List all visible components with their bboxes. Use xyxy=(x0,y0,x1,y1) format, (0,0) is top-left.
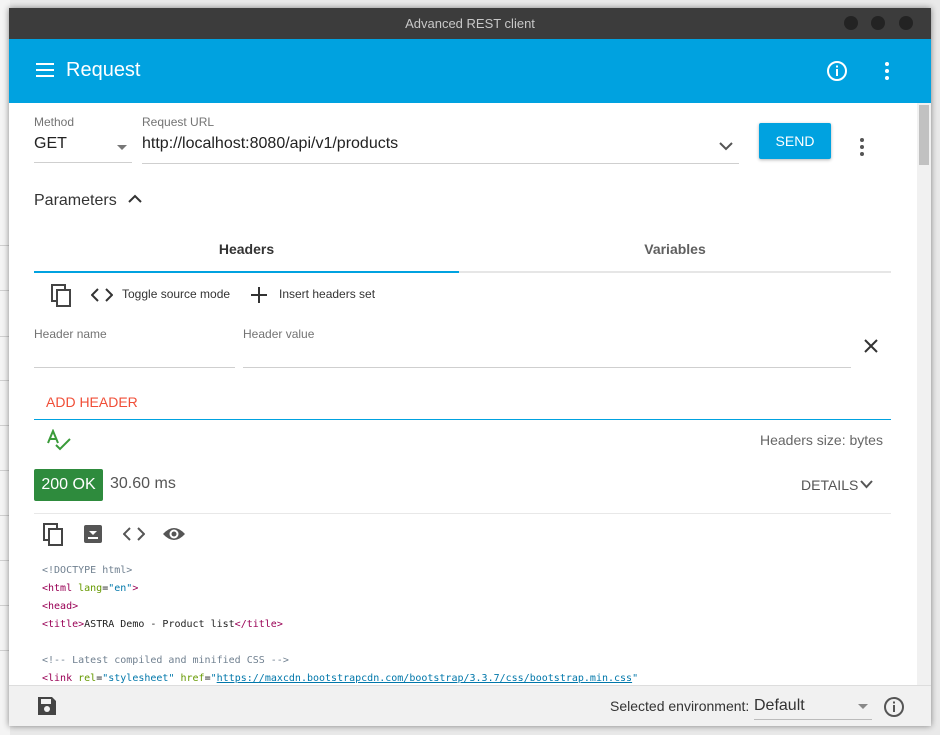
code-line: <link rel="stylesheet" href="https://max… xyxy=(42,673,638,684)
code-token: href xyxy=(180,673,205,684)
dropdown-arrow-icon xyxy=(858,704,868,709)
environment-value: Default xyxy=(754,697,805,714)
page-title: Request xyxy=(66,59,141,81)
add-header-button[interactable]: ADD HEADER xyxy=(46,394,138,410)
header-value-underline xyxy=(243,367,851,368)
code-line: <!-- Latest compiled and minified CSS --… xyxy=(42,655,289,666)
parameters-title[interactable]: Parameters xyxy=(34,192,117,210)
code-token: ASTRA Demo - Product list xyxy=(84,619,235,630)
info-icon[interactable] xyxy=(825,59,849,83)
toggle-source-mode-button[interactable]: Toggle source mode xyxy=(122,287,230,301)
code-line: <!DOCTYPE html> xyxy=(42,565,132,576)
code-token: " xyxy=(632,673,639,684)
code-token: <head> xyxy=(42,601,79,612)
header-value-field[interactable]: Header value xyxy=(243,327,314,341)
details-button[interactable]: DETAILS xyxy=(801,477,858,493)
title-bar: Advanced REST client xyxy=(9,8,931,39)
code-token: <html xyxy=(42,583,79,594)
preview-eye-icon[interactable] xyxy=(162,525,186,543)
app-toolbar: Request xyxy=(9,39,931,103)
environment-info-icon[interactable] xyxy=(882,695,906,719)
save-icon[interactable] xyxy=(36,695,58,717)
tab-bar-line xyxy=(459,271,891,273)
code-token: rel xyxy=(78,673,97,684)
insert-headers-set-button[interactable]: Insert headers set xyxy=(279,287,375,301)
method-label: Method xyxy=(34,115,75,129)
headers-size-text: Headers size: bytes xyxy=(760,432,883,448)
method-select[interactable]: GET xyxy=(34,135,67,153)
code-token: "stylesheet" xyxy=(102,673,175,684)
code-line: <head> xyxy=(42,601,78,612)
add-icon[interactable] xyxy=(251,287,267,303)
code-token: "en" xyxy=(108,583,133,594)
code-token: <!-- Latest compiled and minified CSS --… xyxy=(42,655,289,666)
url-underline xyxy=(142,163,739,164)
url-input[interactable]: http://localhost:8080/api/v1/products xyxy=(142,135,398,153)
code-token: </title> xyxy=(234,619,283,630)
headers-divider xyxy=(34,419,891,420)
window-title: Advanced REST client xyxy=(405,16,535,31)
menu-icon[interactable] xyxy=(35,60,55,80)
request-panel: Method GET Request URL http://localhost:… xyxy=(9,103,931,685)
request-more-icon[interactable] xyxy=(852,137,872,157)
chevron-up-icon[interactable] xyxy=(128,194,142,204)
code-token: <title> xyxy=(42,619,85,630)
close-window-button[interactable] xyxy=(899,16,913,30)
code-token: lang xyxy=(78,583,103,594)
copy-response-icon[interactable] xyxy=(43,523,65,547)
code-link[interactable]: https://maxcdn.bootstrapcdn.com/bootstra… xyxy=(217,673,632,684)
environment-select[interactable]: Default xyxy=(754,694,872,720)
bottom-bar: Selected environment: Default xyxy=(9,685,931,726)
status-badge: 200 OK xyxy=(34,469,103,501)
header-name-field[interactable]: Header name xyxy=(34,327,107,341)
response-time: 30.60 ms xyxy=(110,475,176,492)
app-window: Advanced REST client Request Method GET … xyxy=(9,8,931,726)
scrollbar[interactable] xyxy=(917,103,931,685)
tab-variables[interactable]: Variables xyxy=(459,241,891,257)
more-vert-icon[interactable] xyxy=(875,59,899,83)
url-history-chevron-icon[interactable] xyxy=(719,141,733,151)
scrollbar-thumb[interactable] xyxy=(919,105,929,165)
save-response-icon[interactable] xyxy=(83,524,103,544)
code-token: > xyxy=(132,583,139,594)
copy-headers-icon[interactable] xyxy=(51,284,73,308)
remove-header-close-icon[interactable] xyxy=(864,339,878,353)
response-divider xyxy=(34,513,891,514)
method-dropdown-icon[interactable] xyxy=(117,145,127,151)
code-icon[interactable] xyxy=(91,287,113,303)
header-name-underline xyxy=(34,367,235,368)
method-underline xyxy=(34,162,132,163)
minimize-button[interactable] xyxy=(844,16,858,30)
send-button[interactable]: SEND xyxy=(759,123,831,159)
code-token: <link xyxy=(42,673,79,684)
details-label: DETAILS xyxy=(801,477,859,493)
maximize-button[interactable] xyxy=(871,16,885,30)
url-label: Request URL xyxy=(142,115,215,129)
source-code-icon[interactable] xyxy=(123,526,145,542)
tab-headers[interactable]: Headers xyxy=(34,241,459,257)
tab-active-indicator xyxy=(34,271,459,273)
environment-label: Selected environment: xyxy=(610,698,750,714)
spellcheck-icon[interactable] xyxy=(46,429,72,451)
code-line: <title>ASTRA Demo - Product list</title> xyxy=(42,619,283,630)
code-line: <html lang="en"> xyxy=(42,583,138,594)
code-token: <!DOCTYPE html> xyxy=(42,565,133,576)
chevron-down-icon[interactable] xyxy=(860,480,873,489)
